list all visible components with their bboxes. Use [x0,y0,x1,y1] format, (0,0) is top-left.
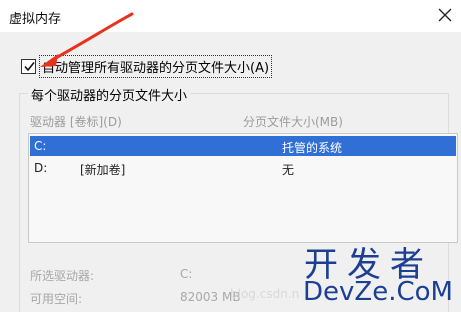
drive-letter: D: [34,161,48,175]
list-item[interactable]: C: 托管的系统 [30,136,456,156]
watermark-en: DevZe.CoM [303,277,453,307]
drive-letter: C: [34,139,47,153]
auto-manage-label[interactable]: 自动管理所有驱动器的分页文件大小(A) [39,54,273,78]
title-bar: 虚拟内存 [0,0,461,32]
group-title: 每个驱动器的分页文件大小 [28,85,191,104]
selected-drive-label: 所选驱动器: [30,269,95,283]
column-header-size: 分页文件大小(MB) [243,115,343,129]
free-space-label: 可用空间: [30,292,83,306]
selected-drive-value: C: [180,267,193,281]
auto-manage-row[interactable]: 自动管理所有驱动器的分页文件大小(A) [21,54,273,78]
close-icon[interactable] [434,4,456,26]
drive-paging-size: 托管的系统 [282,141,343,155]
auto-manage-checkbox[interactable] [21,58,36,74]
column-header-drive: 驱动器 [卷标](D) [30,115,122,129]
drive-paging-size: 无 [282,163,295,177]
drive-list[interactable]: C: 托管的系统 D: [新加卷] 无 [28,133,458,243]
window-title: 虚拟内存 [9,12,62,27]
list-item[interactable]: D: [新加卷] 无 [30,158,456,178]
watermark-csdn: blog.csdn.n [230,287,300,301]
drive-volume-label: [新加卷] [80,163,126,177]
checkmark-icon [24,61,35,71]
